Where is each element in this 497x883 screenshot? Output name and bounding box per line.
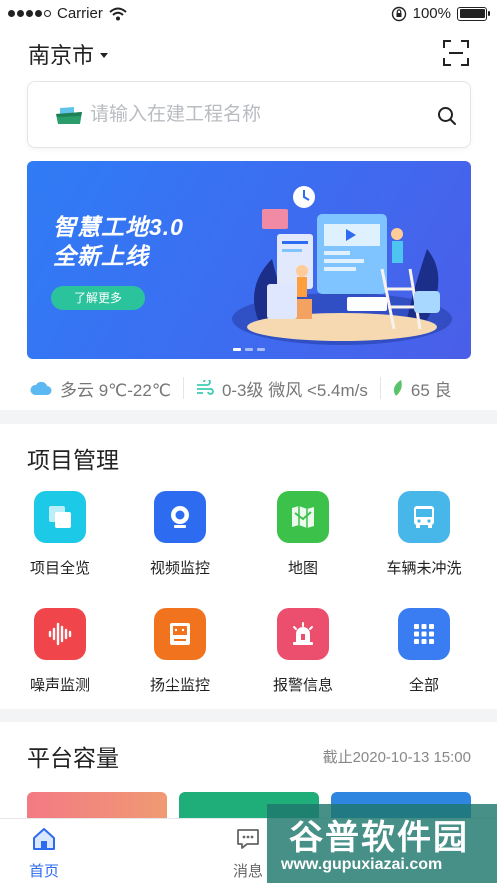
promo-banner[interactable]: 智慧工地3.0 全新上线 了解更多 (27, 161, 471, 359)
cloud-icon (30, 381, 52, 395)
grid-label: 车辆未冲洗 (386, 560, 462, 577)
scan-icon[interactable] (443, 40, 469, 66)
grid-label: 噪声监测 (29, 677, 90, 694)
home-icon (33, 828, 55, 850)
weather-air-text: 65 良 (410, 380, 452, 400)
grid-item-map[interactable]: 地图 (248, 491, 358, 578)
grid-label: 地图 (287, 560, 318, 577)
battery-percent: 100% (412, 5, 451, 22)
grid-label: 全部 (408, 677, 439, 694)
message-icon (237, 829, 259, 849)
home-header: 南京市 智慧工地3.0 全新上线 了解更多 (0, 28, 497, 410)
weather-wind-text: 0-3级 微风 <5.4m/s (221, 380, 368, 400)
tab-home[interactable]: 首页 (4, 827, 84, 881)
grid-item-vehicle[interactable]: 车辆未冲洗 (369, 491, 479, 578)
weather-condition: 多云 9℃-22℃ (30, 376, 171, 401)
grid-item-noise[interactable]: 噪声监测 (5, 608, 115, 695)
grid-item-all[interactable]: 全部 (369, 608, 479, 695)
search-icon[interactable] (436, 105, 458, 127)
rotation-lock-icon (391, 6, 406, 21)
weather-condition-text: 多云 9℃-22℃ (60, 380, 171, 400)
section-title: 平台容量 (27, 745, 119, 771)
project-logo-icon (56, 107, 82, 124)
weather-air: 65 良 (393, 376, 452, 401)
banner-illustration (232, 186, 452, 345)
grid-label: 视频监控 (149, 560, 210, 577)
grid-label: 扬尘监控 (149, 677, 210, 694)
map-icon (277, 491, 329, 543)
caret-down-icon (100, 52, 109, 58)
tab-label: 首页 (28, 863, 59, 880)
dust-monitor-icon (154, 608, 206, 660)
grid-label: 报警信息 (272, 677, 333, 694)
grid-icon (398, 608, 450, 660)
weather-wind: 0-3级 微风 <5.4m/s (196, 376, 368, 401)
section-title: 项目管理 (27, 447, 119, 473)
project-management-section: 项目管理 项目全览 视频监控 地图 车辆未冲洗 噪声监测 扬尘监控 报警信息 全… (0, 424, 497, 709)
status-bar: Carrier 100% (0, 0, 497, 28)
grid-item-dust[interactable]: 扬尘监控 (125, 608, 235, 695)
pagination-dot[interactable] (257, 348, 265, 351)
learn-more-button[interactable]: 了解更多 (51, 286, 145, 310)
weather-bar: 多云 9℃-22℃ 0-3级 微风 <5.4m/s 65 良 (0, 371, 497, 405)
battery-icon (457, 6, 490, 21)
grid-label: 项目全览 (29, 560, 90, 577)
alarm-light-icon (277, 608, 329, 660)
search-bar (27, 81, 471, 148)
leaf-icon (393, 380, 402, 396)
signal-icon (8, 10, 51, 17)
grid-item-overview[interactable]: 项目全览 (5, 491, 115, 578)
pagination-dot[interactable] (233, 348, 241, 351)
grid-item-alarm[interactable]: 报警信息 (248, 608, 358, 695)
watermark-url: www.gupuxiazai.com (281, 856, 443, 873)
bus-icon (398, 491, 450, 543)
carrier-label: Carrier (57, 5, 103, 22)
pagination-dot[interactable] (245, 348, 253, 351)
sound-wave-icon (34, 608, 86, 660)
wind-icon (196, 380, 214, 395)
overview-icon (34, 491, 86, 543)
divider (182, 377, 184, 399)
city-label: 南京市 (28, 43, 95, 68)
city-selector[interactable]: 南京市 (28, 38, 109, 70)
camera-icon (154, 491, 206, 543)
as-of-timestamp: 截止2020-10-13 15:00 (322, 749, 471, 766)
search-input[interactable] (90, 100, 420, 130)
watermark: 谷普软件园 www.gupuxiazai.com (267, 804, 497, 883)
banner-pagination (233, 348, 265, 351)
wifi-icon (109, 7, 127, 20)
watermark-brand: 谷普软件园 (289, 819, 469, 857)
grid-item-video[interactable]: 视频监控 (125, 491, 235, 578)
divider (379, 377, 381, 399)
